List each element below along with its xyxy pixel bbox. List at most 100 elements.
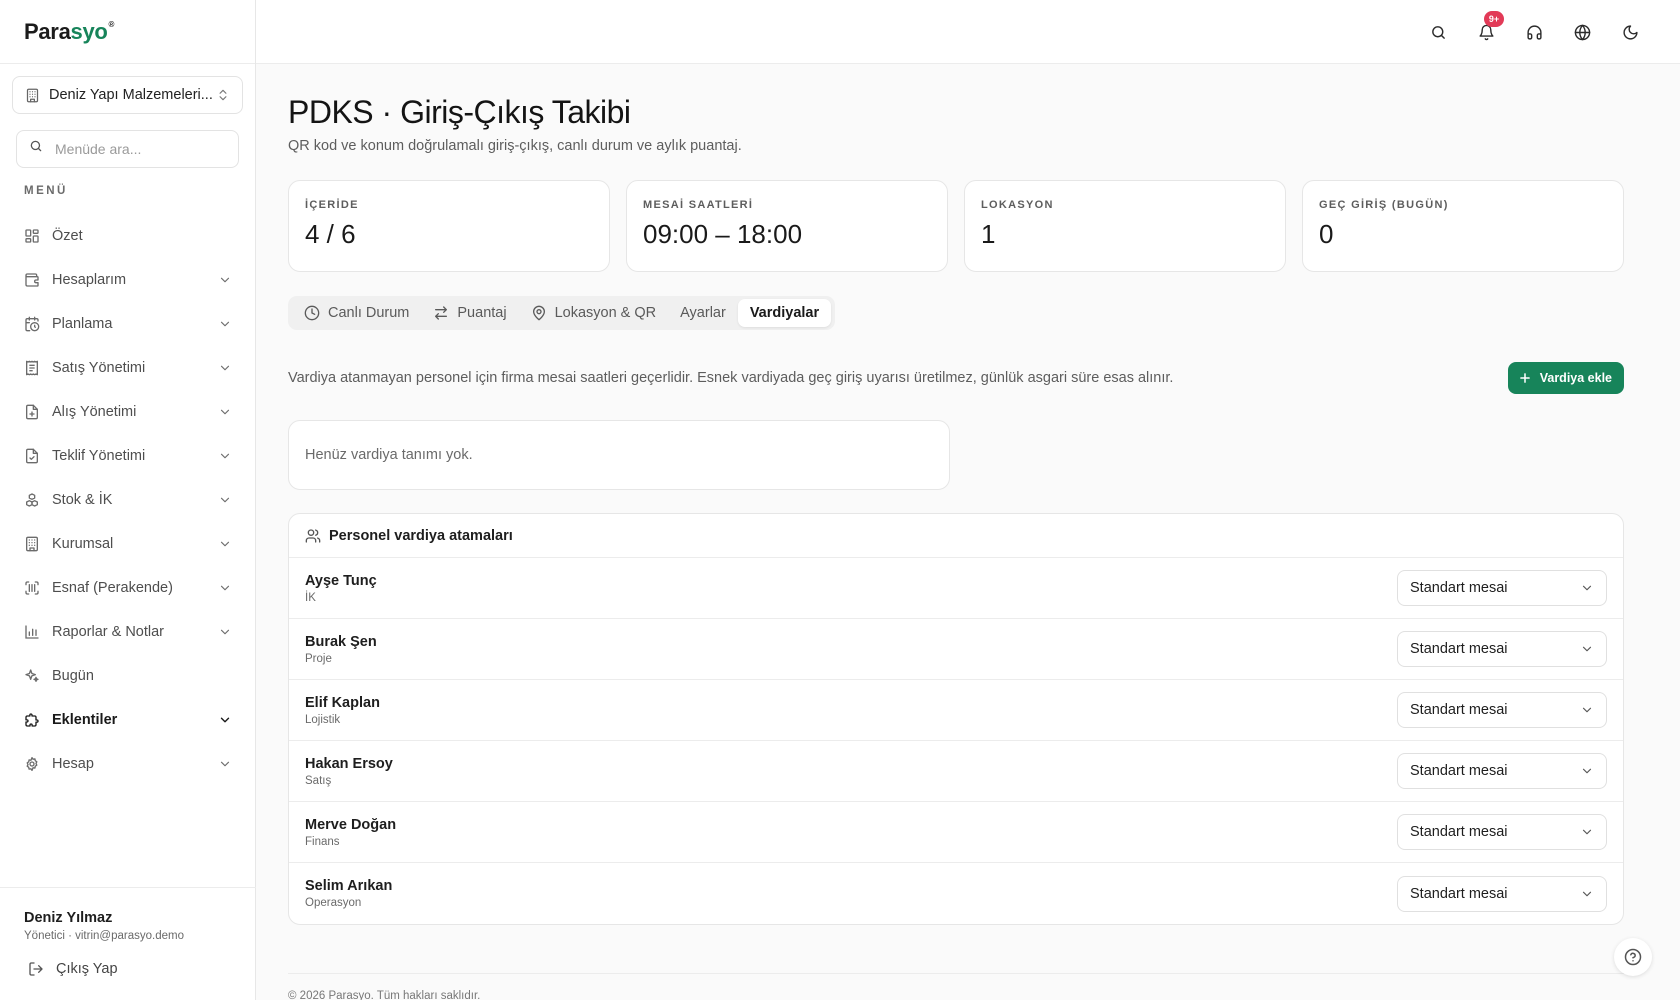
arrows-swap-icon bbox=[433, 305, 449, 321]
shift-info-row: Vardiya atanmayan personel için firma me… bbox=[288, 362, 1624, 396]
help-button[interactable] bbox=[1614, 938, 1652, 976]
chevron-down-icon bbox=[218, 273, 232, 287]
chevron-down-icon bbox=[1580, 581, 1594, 595]
sidebar-item-alis-yonetimi[interactable]: Alış Yönetimi bbox=[12, 390, 244, 434]
sidebar-item-label: Kurumsal bbox=[52, 536, 114, 552]
sidebar-item-kurumsal[interactable]: Kurumsal bbox=[12, 522, 244, 566]
employee-department: Finans bbox=[305, 835, 340, 848]
sparkles-icon bbox=[24, 668, 40, 684]
employee-department: İK bbox=[305, 591, 316, 604]
menu-search-input[interactable] bbox=[55, 141, 215, 157]
shift-select-value: Standart mesai bbox=[1410, 824, 1508, 840]
file-check-icon bbox=[24, 448, 40, 464]
shift-select[interactable]: Standart mesai bbox=[1397, 631, 1607, 667]
sidebar-item-label: Hesaplarım bbox=[52, 272, 127, 288]
sidebar-item-label: Planlama bbox=[52, 316, 113, 332]
shift-select-value: Standart mesai bbox=[1410, 702, 1508, 718]
employee-department: Proje bbox=[305, 652, 332, 665]
tabs: Canlı Durum Puantaj Lokasyon & QR Ayarla… bbox=[288, 296, 836, 330]
logo-area: Para syo ® bbox=[0, 0, 255, 64]
empty-shifts-text: Henüz vardiya tanımı yok. bbox=[305, 447, 473, 463]
menu-search bbox=[16, 130, 239, 168]
sidebar-item-hesaplarim[interactable]: Hesaplarım bbox=[12, 258, 244, 302]
sidebar-item-eklentiler[interactable]: Eklentiler bbox=[12, 698, 244, 742]
language-button[interactable] bbox=[1566, 16, 1598, 48]
chevron-down-icon bbox=[218, 537, 232, 551]
user-role: Yönetici · vitrin@parasyo.demo bbox=[24, 930, 184, 942]
tab-label: Vardiyalar bbox=[749, 305, 820, 321]
stat-value: 1 bbox=[981, 219, 996, 249]
tab-location-qr[interactable]: Lokasyon & QR bbox=[519, 299, 669, 327]
sidebar-item-label: Özet bbox=[52, 228, 83, 244]
shift-select[interactable]: Standart mesai bbox=[1397, 814, 1607, 850]
shift-select-value: Standart mesai bbox=[1410, 763, 1508, 779]
chevron-down-icon bbox=[218, 449, 232, 463]
clock-icon bbox=[304, 305, 320, 321]
footer-divider bbox=[288, 973, 1624, 974]
stat-card-late-entry: GEÇ GİRİŞ (BUGÜN) 0 bbox=[1302, 180, 1624, 272]
employee-name: Elif Kaplan bbox=[305, 694, 380, 711]
logout-label: Çıkış Yap bbox=[56, 961, 118, 977]
tab-label: Lokasyon & QR bbox=[554, 305, 657, 321]
sidebar-item-planlama[interactable]: Planlama bbox=[12, 302, 244, 346]
table-row: Burak Şen Proje Standart mesai bbox=[289, 619, 1623, 680]
company-name: Deniz Yapı Malzemeleri... bbox=[49, 87, 213, 103]
sidebar-item-ozet[interactable]: Özet bbox=[12, 214, 244, 258]
stat-value: 09:00 – 18:00 bbox=[643, 219, 803, 249]
sidebar: Para syo ® Deniz Yapı Malzemeleri... MENÜ … bbox=[0, 0, 256, 1000]
stat-label: LOKASYON bbox=[981, 199, 1054, 211]
shift-select[interactable]: Standart mesai bbox=[1397, 570, 1607, 606]
add-shift-button[interactable]: Vardiya ekle bbox=[1507, 362, 1624, 394]
footer-copyright: © 2026 Parasyo. Tüm hakları saklıdır. bbox=[288, 990, 481, 1000]
stat-label: İÇERİDE bbox=[305, 199, 359, 211]
building-icon bbox=[25, 88, 40, 103]
search-button[interactable] bbox=[1422, 16, 1454, 48]
shift-select-value: Standart mesai bbox=[1410, 580, 1508, 596]
chevron-down-icon bbox=[218, 405, 232, 419]
sidebar-item-hesap[interactable]: Hesap bbox=[12, 742, 244, 786]
sidebar-item-esnaf[interactable]: Esnaf (Perakende) bbox=[12, 566, 244, 610]
headset-icon bbox=[1526, 24, 1543, 41]
tab-timesheet[interactable]: Puantaj bbox=[421, 299, 518, 327]
logo-registered-mark: ® bbox=[108, 19, 115, 29]
employee-name: Merve Doğan bbox=[305, 816, 397, 833]
chevrons-up-down-icon bbox=[216, 88, 230, 102]
file-plus-icon bbox=[24, 404, 40, 420]
shift-select[interactable]: Standart mesai bbox=[1397, 753, 1607, 789]
shift-info-text: Vardiya atanmayan personel için firma me… bbox=[288, 370, 1174, 386]
sidebar-nav: Özet Hesaplarım Planlama Satış Yönetimi … bbox=[12, 214, 244, 786]
company-switcher[interactable]: Deniz Yapı Malzemeleri... bbox=[12, 76, 243, 114]
calendar-clock-icon bbox=[24, 316, 40, 332]
sidebar-item-teklif-yonetimi[interactable]: Teklif Yönetimi bbox=[12, 434, 244, 478]
tab-settings[interactable]: Ayarlar bbox=[668, 299, 738, 327]
chevron-down-icon bbox=[218, 757, 232, 771]
table-row: Merve Doğan Finans Standart mesai bbox=[289, 802, 1623, 863]
employee-name: Ayşe Tunç bbox=[305, 572, 377, 589]
sidebar-item-raporlar-notlar[interactable]: Raporlar & Notlar bbox=[12, 610, 244, 654]
stat-card-inside: İÇERİDE 4 / 6 bbox=[288, 180, 610, 272]
moon-icon bbox=[1622, 24, 1639, 41]
sidebar-item-bugun[interactable]: Bugün bbox=[12, 654, 244, 698]
sidebar-item-label: Bugün bbox=[52, 668, 94, 684]
stat-card-location: LOKASYON 1 bbox=[964, 180, 1286, 272]
chevron-down-icon bbox=[218, 713, 232, 727]
sidebar-item-satis-yonetimi[interactable]: Satış Yönetimi bbox=[12, 346, 244, 390]
logo[interactable]: Para syo ® bbox=[24, 19, 114, 45]
tab-shifts[interactable]: Vardiyalar bbox=[737, 299, 832, 327]
support-button[interactable] bbox=[1518, 16, 1550, 48]
shift-select-value: Standart mesai bbox=[1410, 641, 1508, 657]
shift-select[interactable]: Standart mesai bbox=[1397, 875, 1607, 912]
tab-label: Puantaj bbox=[457, 305, 507, 321]
sidebar-item-label: Raporlar & Notlar bbox=[52, 624, 165, 640]
chevron-down-icon bbox=[1580, 825, 1594, 839]
theme-toggle-button[interactable] bbox=[1614, 16, 1646, 48]
globe-icon bbox=[1574, 24, 1591, 41]
tab-live-status[interactable]: Canlı Durum bbox=[292, 299, 421, 327]
chevron-down-icon bbox=[1580, 703, 1594, 717]
logout-button[interactable]: Çıkış Yap bbox=[28, 961, 118, 977]
shift-select[interactable]: Standart mesai bbox=[1397, 692, 1607, 728]
sidebar-item-label: Satış Yönetimi bbox=[52, 360, 146, 376]
user-area: Deniz Yılmaz Yönetici · vitrin@parasyo.d… bbox=[0, 887, 256, 1000]
sidebar-item-stok-ik[interactable]: Stok & İK bbox=[12, 478, 244, 522]
shift-select-value: Standart mesai bbox=[1410, 885, 1508, 902]
